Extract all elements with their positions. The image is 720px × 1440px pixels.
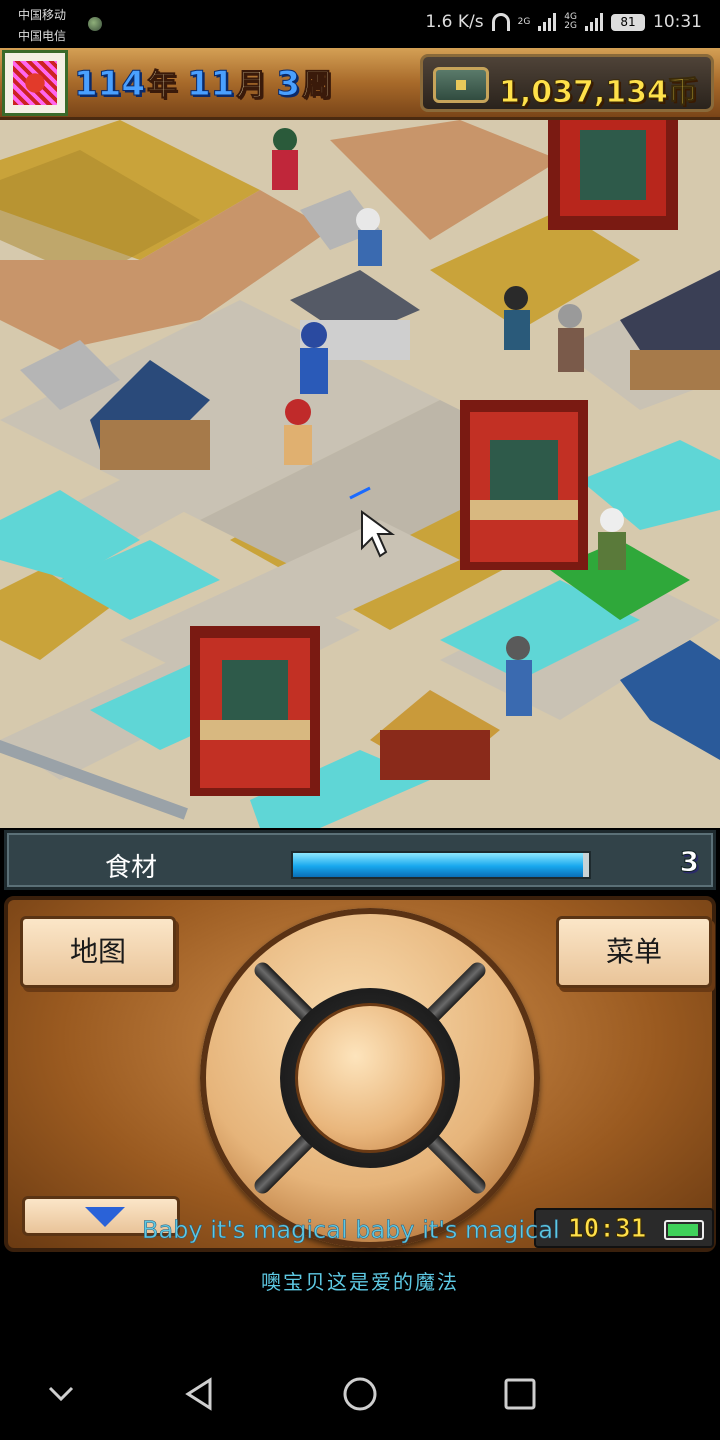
- carrier-1-label: 中国移动: [18, 8, 67, 22]
- treasure-chest-icon: [433, 67, 489, 103]
- game-clock-panel: 10:31: [534, 1208, 714, 1248]
- ingredient-progress-fill: [293, 853, 584, 877]
- ingredient-label: 食材: [105, 853, 158, 883]
- control-panel: 地图 菜单 10:31: [4, 896, 716, 1252]
- town-map-graphics: [0, 120, 720, 828]
- headphones-icon: [491, 13, 510, 31]
- hide-nav-icon[interactable]: [44, 1376, 78, 1410]
- carrier-2-label: 中国电信: [18, 29, 67, 43]
- month-number: 11: [186, 64, 235, 105]
- money-amount: 1,037,134币: [499, 75, 699, 111]
- directional-pad[interactable]: [200, 908, 540, 1248]
- ingredient-count: 3: [679, 845, 700, 879]
- week-unit: 周: [301, 68, 332, 104]
- game-date: 114 年 11 月 3 周: [74, 60, 340, 105]
- battery-icon: [664, 1220, 704, 1240]
- year-unit: 年: [146, 68, 177, 104]
- ingredient-bar: 食材 3: [4, 830, 716, 890]
- money-panel: 1,037,134币: [420, 54, 714, 112]
- system-navigation-bar: [0, 1352, 720, 1440]
- back-icon[interactable]: [182, 1376, 218, 1412]
- network-type-2: 4G 2G: [564, 12, 577, 31]
- game-clock-time: 10:31: [567, 1214, 647, 1245]
- ingredient-progress-track: [291, 851, 591, 879]
- game-top-hud: 114 年 11 月 3 周 1,037,134币: [0, 48, 720, 120]
- home-icon[interactable]: [342, 1376, 378, 1412]
- status-right-cluster: 1.6 K/s 2G 4G 2G 81 10:31: [425, 12, 702, 32]
- year-number: 114: [74, 64, 146, 105]
- town-emblem-icon[interactable]: [2, 50, 68, 116]
- month-unit: 月: [236, 68, 267, 104]
- lyric-english: Baby it's magical baby it's magical: [142, 1216, 560, 1245]
- menu-button[interactable]: 菜单: [556, 916, 712, 988]
- dpad-center-button[interactable]: [295, 1003, 445, 1153]
- system-status-bar: 中国移动 中国电信 1.6 K/s 2G 4G 2G 81 10:31: [0, 0, 720, 48]
- network-type-1: 2G: [517, 16, 531, 27]
- signal-2-icon: [585, 13, 603, 31]
- signal-1-icon: [538, 13, 557, 31]
- town-map[interactable]: [0, 120, 720, 828]
- week-number: 3: [276, 64, 301, 105]
- network-speed: 1.6 K/s: [425, 12, 484, 32]
- clock: 10:31: [653, 12, 702, 32]
- notification-icon: [88, 17, 102, 31]
- chevron-down-icon: [85, 1207, 125, 1227]
- map-button[interactable]: 地图: [20, 916, 176, 988]
- lyric-chinese: 噢宝贝这是爱的魔法: [261, 1270, 459, 1294]
- battery-icon: 81: [611, 13, 645, 31]
- recents-icon[interactable]: [502, 1376, 538, 1412]
